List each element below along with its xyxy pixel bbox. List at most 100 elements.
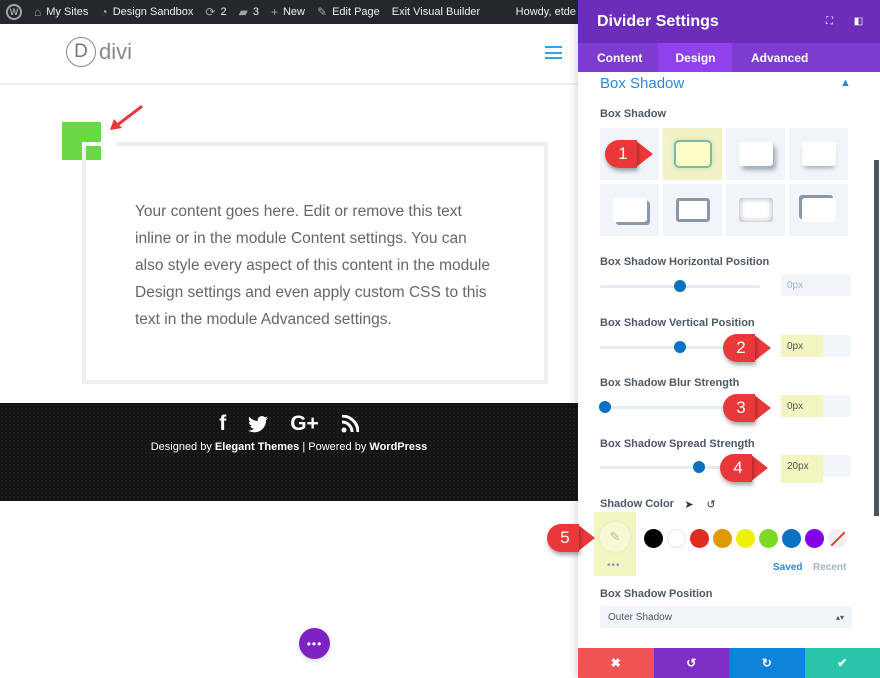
- new-label: New: [282, 6, 305, 18]
- my-sites-icon: ⌂: [34, 5, 42, 19]
- social-links: f G+: [0, 412, 578, 436]
- text-module-body[interactable]: Your content goes here. Edit or remove t…: [135, 198, 495, 333]
- site-name-button[interactable]: ◔ Design Sandbox: [94, 0, 199, 24]
- marker-1-label: 1: [605, 140, 637, 168]
- account-menu[interactable]: Howdy, etde: [510, 0, 580, 24]
- marker-5-label: 5: [547, 524, 579, 552]
- shadow-position-select[interactable]: Outer Shadow ▴▾: [600, 606, 852, 628]
- tab-advanced[interactable]: Advanced: [732, 43, 827, 72]
- comments-icon: ▰: [238, 5, 248, 19]
- preset-inset[interactable]: [726, 184, 785, 236]
- site-logo[interactable]: D divi: [66, 37, 132, 67]
- preset-glow[interactable]: [663, 128, 722, 180]
- horizontal-value: 0px: [787, 279, 804, 291]
- rss-icon[interactable]: [341, 412, 359, 436]
- shadow-position-value: Outer Shadow: [608, 611, 672, 623]
- wp-logo-button[interactable]: W: [0, 0, 28, 24]
- google-plus-icon[interactable]: G+: [290, 412, 319, 436]
- chevron-up-icon[interactable]: ▲: [840, 77, 851, 89]
- twitter-icon[interactable]: [248, 412, 269, 436]
- tab-content[interactable]: Content: [578, 43, 658, 72]
- cancel-button[interactable]: ✖: [578, 648, 654, 678]
- site-footer: f G+ Designed by Elegant Themes | Powere…: [0, 403, 578, 501]
- annotation-arrow-icon: [110, 105, 143, 130]
- panel-title: Divider Settings: [597, 12, 719, 30]
- menu-icon[interactable]: [545, 46, 562, 59]
- text-box-gap: [82, 142, 116, 146]
- box-shadow-label: Box Shadow: [600, 108, 667, 120]
- more-colors-icon[interactable]: •••: [607, 560, 621, 571]
- undo-button[interactable]: ↺: [653, 648, 729, 678]
- swatch-red[interactable]: [690, 529, 709, 548]
- blur-strength-label: Box Shadow Blur Strength: [600, 377, 740, 389]
- swatch-yellow[interactable]: [736, 529, 755, 548]
- new-content-button[interactable]: + New: [265, 0, 311, 24]
- spread-strength-label: Box Shadow Spread Strength: [600, 438, 755, 450]
- swatch-black[interactable]: [644, 529, 663, 548]
- eyedropper-icon[interactable]: ✎: [598, 520, 632, 554]
- spread-strength-input[interactable]: 20px: [781, 455, 851, 483]
- marker-2-label: 2: [723, 334, 755, 362]
- shadow-color-label: Shadow Color: [600, 498, 674, 510]
- swatch-purple[interactable]: [805, 529, 824, 548]
- comments-count: 3: [252, 6, 259, 18]
- swatch-green[interactable]: [759, 529, 778, 548]
- text-module[interactable]: Your content goes here. Edit or remove t…: [82, 142, 548, 384]
- panel-scrollbar[interactable]: [874, 160, 879, 516]
- comments-button[interactable]: ▰ 3: [233, 0, 265, 24]
- facebook-icon[interactable]: f: [219, 412, 226, 436]
- exit-visual-builder-button[interactable]: Exit Visual Builder: [386, 0, 486, 24]
- panel-header: Divider Settings ⛶ ◧: [578, 0, 880, 43]
- reset-icon[interactable]: ↺: [704, 497, 718, 511]
- site-name-label: Design Sandbox: [112, 6, 194, 18]
- preset-bottom-right[interactable]: [726, 128, 785, 180]
- wordpress-link[interactable]: WordPress: [369, 441, 427, 453]
- vertical-position-input[interactable]: 0px: [781, 335, 851, 357]
- horizontal-position-slider[interactable]: [600, 280, 760, 292]
- swatch-orange[interactable]: [713, 529, 732, 548]
- divider-settings-panel: Divider Settings ⛶ ◧ Content Design Adva…: [578, 0, 880, 678]
- edit-page-button[interactable]: ✎ Edit Page: [311, 0, 386, 24]
- recent-colors-tab[interactable]: Recent: [813, 562, 846, 573]
- box-shadow-section-title[interactable]: Box Shadow: [600, 75, 684, 92]
- updates-count: 2: [220, 6, 227, 18]
- expand-icon[interactable]: ⛶: [824, 16, 835, 27]
- swatch-blue[interactable]: [782, 529, 801, 548]
- swatch-none[interactable]: [828, 529, 847, 548]
- swatch-white[interactable]: [667, 529, 686, 548]
- preset-hard-bottom-right[interactable]: [600, 184, 659, 236]
- saved-colors-tab[interactable]: Saved: [773, 562, 802, 573]
- updates-button[interactable]: ⟳ 2: [199, 0, 232, 24]
- blur-strength-input[interactable]: 0px: [781, 395, 851, 417]
- color-swatches: [644, 529, 847, 548]
- shadow-position-label: Box Shadow Position: [600, 588, 713, 600]
- pencil-icon: ✎: [317, 5, 328, 19]
- elegant-themes-link[interactable]: Elegant Themes: [215, 441, 299, 453]
- wp-admin-bar: W ⌂ My Sites ◔ Design Sandbox ⟳ 2 ▰ 3 + New ✎…: [0, 0, 580, 24]
- save-button[interactable]: ✔: [804, 648, 880, 678]
- my-sites-button[interactable]: ⌂ My Sites: [28, 0, 94, 24]
- vertical-position-label: Box Shadow Vertical Position: [600, 317, 755, 329]
- plus-icon: +: [270, 5, 278, 19]
- howdy-label: Howdy, etde: [515, 6, 576, 18]
- slider-knob[interactable]: [693, 461, 706, 473]
- marker-4-label: 4: [720, 454, 752, 482]
- tab-design[interactable]: Design: [658, 43, 732, 72]
- dock-sidebar-icon[interactable]: ◧: [853, 16, 864, 27]
- horizontal-position-input[interactable]: 0px: [781, 274, 851, 296]
- preset-top-left[interactable]: [789, 184, 848, 236]
- slider-knob[interactable]: [674, 280, 686, 292]
- edit-page-label: Edit Page: [332, 6, 380, 18]
- preset-bottom[interactable]: [789, 128, 848, 180]
- spread-value: 20px: [787, 460, 809, 472]
- dashboard-icon: ◔: [100, 5, 108, 19]
- slider-knob[interactable]: [598, 401, 611, 413]
- slider-knob[interactable]: [674, 341, 686, 353]
- marker-3-label: 3: [723, 394, 755, 422]
- logo-mark: D: [66, 37, 96, 67]
- builder-menu-button[interactable]: •••: [299, 628, 330, 659]
- exit-visual-builder-label: Exit Visual Builder: [391, 6, 481, 18]
- redo-button[interactable]: ↻: [729, 648, 805, 678]
- preset-outline[interactable]: [663, 184, 722, 236]
- cursor-icon[interactable]: ➤: [682, 497, 696, 511]
